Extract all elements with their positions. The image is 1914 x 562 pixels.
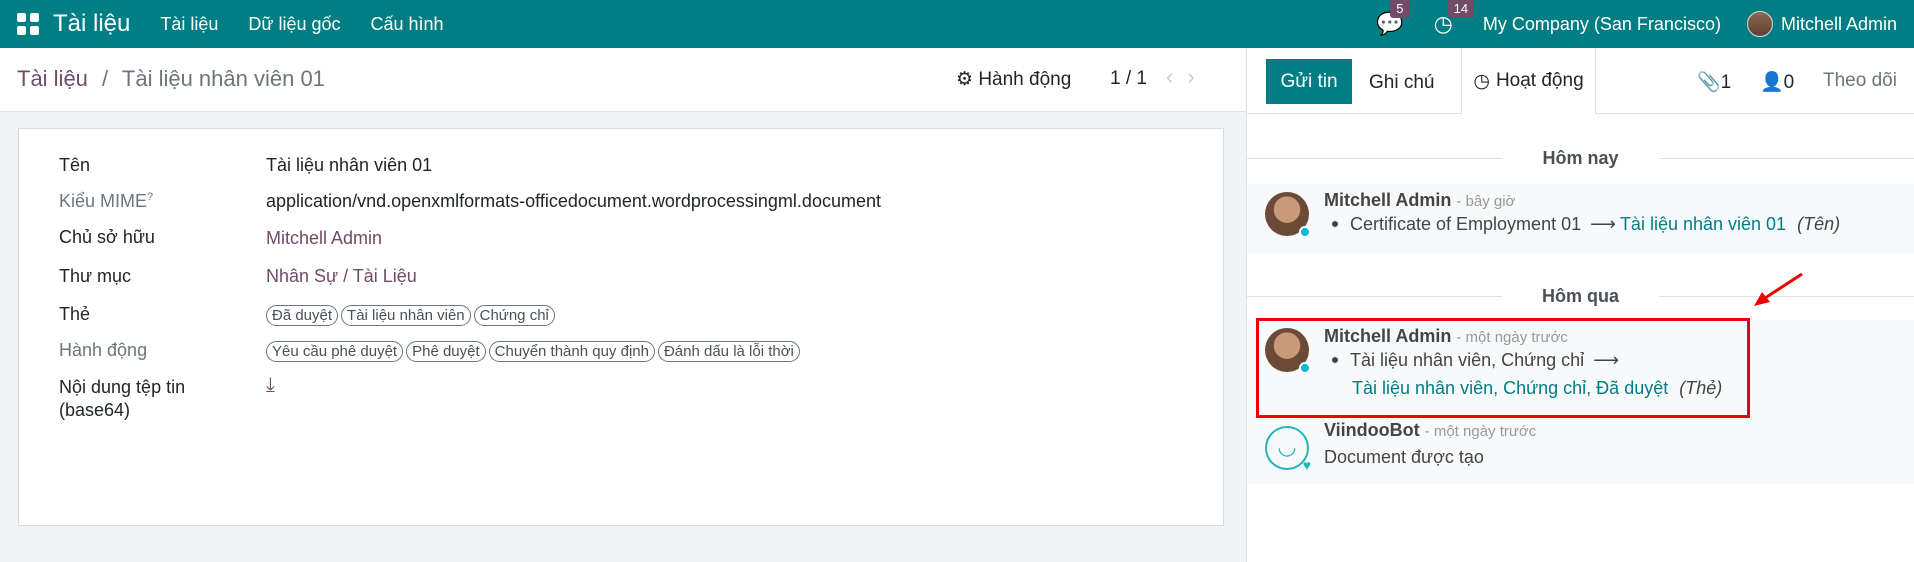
- folder-field[interactable]: Nhân Sự / Tài Liệu: [266, 266, 417, 287]
- name-field[interactable]: Tài liệu nhân viên 01: [266, 155, 432, 176]
- annotation-arrow-icon: [1754, 272, 1803, 306]
- messages-badge: 5: [1390, 0, 1410, 18]
- app-name[interactable]: Tài liệu: [53, 10, 130, 38]
- action-request-approval[interactable]: Yêu cầu phê duyệt: [266, 341, 404, 362]
- clock-icon: ◷: [1473, 70, 1490, 92]
- chatter-panel: Gửi tin Ghi chú ◷ Hoạt động 📎1 👤0 Theo d…: [1247, 48, 1914, 562]
- heart-icon: ♥: [1302, 457, 1311, 473]
- activity-label: Hoạt động: [1495, 70, 1584, 91]
- attachments-count: 1: [1720, 72, 1732, 93]
- author-name: ViindooBot: [1324, 420, 1420, 440]
- field-name: (Tên): [1797, 214, 1841, 234]
- message-author[interactable]: Mitchell Admin - bây giờ: [1324, 190, 1515, 211]
- message-time: - một ngày trước: [1424, 423, 1537, 440]
- apps-menu-icon[interactable]: [17, 13, 39, 35]
- message-item: Mitchell Admin - bây giờ Certificate of …: [1247, 184, 1914, 254]
- send-message-button[interactable]: Gửi tin: [1266, 59, 1352, 104]
- chatter-topbar: Gửi tin Ghi chú ◷ Hoạt động 📎1 👤0 Theo d…: [1247, 48, 1914, 115]
- tags-field[interactable]: Đã duyệt Tài liệu nhân viên Chứng chỉ: [266, 304, 558, 326]
- followers-button[interactable]: 👤0: [1760, 70, 1794, 94]
- top-navbar: Tài liệu Tài liệu Dữ liệu gốc Cấu hình 💬…: [0, 0, 1914, 48]
- bot-avatar-icon[interactable]: ◡ ♥: [1265, 426, 1311, 473]
- tags-label: Thẻ: [59, 304, 91, 324]
- pager-arrows: ‹›: [1166, 64, 1209, 90]
- activities-badge: 14: [1447, 0, 1475, 18]
- activities-button[interactable]: ◷ 14: [1434, 0, 1475, 37]
- tag-employee-docs[interactable]: Tài liệu nhân viên: [341, 305, 471, 326]
- tracking-value: Certificate of Employment 01 ⟶ Tài liệu n…: [1324, 214, 1840, 235]
- author-name: Mitchell Admin: [1324, 190, 1452, 210]
- author-avatar[interactable]: [1265, 192, 1311, 238]
- breadcrumb-root[interactable]: Tài liệu: [17, 66, 88, 91]
- user-avatar[interactable]: [1746, 11, 1773, 37]
- company-switcher[interactable]: My Company (San Francisco): [1483, 14, 1721, 35]
- breadcrumb-separator: /: [102, 66, 109, 91]
- date-separator-yesterday: Hôm qua: [1247, 286, 1914, 307]
- old-value: Certificate of Employment 01: [1350, 214, 1582, 234]
- form-view: Tài liệu / Tài liệu nhân viên 01 ⚙ Hành …: [0, 48, 1246, 562]
- message-item: ◡ ♥ ViindooBot - một ngày trước Document …: [1247, 414, 1914, 484]
- folder-label: Thư mục: [59, 266, 132, 286]
- actions-label: Hành động: [59, 340, 148, 360]
- action-approve[interactable]: Phê duyệt: [406, 341, 486, 362]
- mime-field: application/vnd.openxmlformats-officedoc…: [266, 191, 881, 211]
- log-note-button[interactable]: Ghi chú: [1369, 72, 1434, 94]
- tag-approved[interactable]: Đã duyệt: [266, 305, 339, 326]
- owner-label: Chủ sở hữu: [59, 227, 155, 247]
- gear-icon: ⚙: [956, 69, 974, 90]
- menu-item-configuration[interactable]: Cấu hình: [371, 14, 444, 35]
- control-panel: Tài liệu / Tài liệu nhân viên 01 ⚙ Hành …: [0, 48, 1246, 112]
- new-value: Tài liệu nhân viên 01: [1619, 214, 1787, 234]
- breadcrumb-current: Tài liệu nhân viên 01: [121, 66, 325, 91]
- content-label-line2: (base64): [59, 400, 131, 420]
- attachments-button[interactable]: 📎1: [1697, 70, 1731, 94]
- messages-button[interactable]: 💬 5: [1376, 0, 1410, 37]
- action-menu-label: Hành động: [978, 69, 1072, 90]
- paperclip-icon: 📎: [1697, 72, 1721, 93]
- user-icon: 👤: [1760, 72, 1784, 93]
- message-time: - bây giờ: [1456, 193, 1516, 210]
- schedule-activity-button[interactable]: ◷ Hoạt động: [1461, 48, 1596, 115]
- name-label: Tên: [59, 155, 91, 175]
- mime-help-tooltip[interactable]: ?: [147, 191, 153, 203]
- download-icon[interactable]: ⤓: [266, 374, 275, 397]
- pager-value[interactable]: 1 / 1: [1110, 68, 1147, 90]
- mime-label-text: Kiểu MIME: [59, 191, 148, 211]
- message-author[interactable]: ViindooBot - một ngày trước: [1324, 420, 1536, 441]
- chevron-left-icon[interactable]: ‹: [1166, 64, 1187, 89]
- chevron-right-icon[interactable]: ›: [1187, 64, 1208, 89]
- actions-field: Yêu cầu phê duyệt Phê duyệt Chuyển thành q…: [266, 340, 803, 362]
- content-label: Nội dung tệp tin (base64): [59, 376, 239, 422]
- follow-button[interactable]: Theo dõi: [1823, 70, 1897, 92]
- menu-item-master-data[interactable]: Dữ liệu gốc: [248, 14, 340, 35]
- action-convert-policy[interactable]: Chuyển thành quy định: [488, 341, 655, 362]
- arrow-right-icon: ⟶: [1590, 214, 1616, 234]
- tag-certificate[interactable]: Chứng chỉ: [473, 305, 555, 326]
- menu-item-documents[interactable]: Tài liệu: [160, 14, 218, 35]
- action-mark-obsolete[interactable]: Đánh dấu là lỗi thời: [657, 341, 800, 362]
- bullet-icon: [1332, 221, 1338, 227]
- breadcrumb: Tài liệu / Tài liệu nhân viên 01: [17, 66, 325, 92]
- user-menu[interactable]: Mitchell Admin: [1781, 14, 1897, 35]
- mime-label: Kiểu MIME?: [59, 191, 239, 212]
- date-separator-today: Hôm nay: [1247, 148, 1914, 169]
- form-sheet: Tên Tài liệu nhân viên 01 Kiểu MIME? app…: [18, 128, 1224, 526]
- message-body: Document được tạo: [1324, 447, 1484, 467]
- action-menu-button[interactable]: ⚙ Hành động: [956, 68, 1071, 91]
- online-status-icon: [1299, 226, 1311, 238]
- highlight-box: [1256, 318, 1750, 418]
- followers-count: 0: [1783, 72, 1795, 93]
- owner-field[interactable]: Mitchell Admin: [266, 228, 382, 249]
- content-label-line1: Nội dung tệp tin: [59, 377, 186, 397]
